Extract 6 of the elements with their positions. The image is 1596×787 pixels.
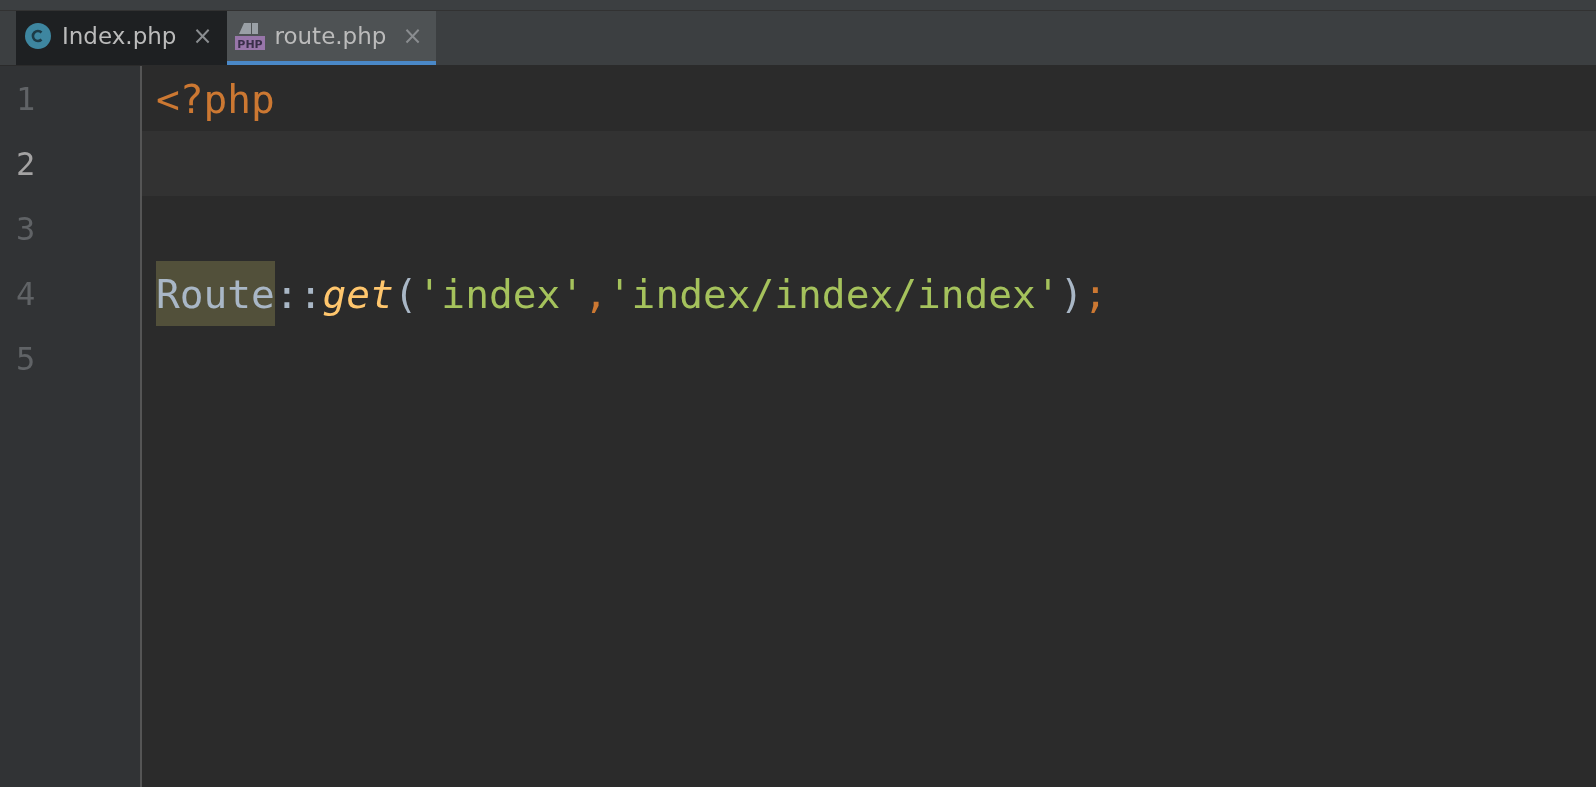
code-text: <?php: [156, 74, 275, 124]
code-text: Route::get('index','index/index/index');: [156, 261, 1108, 326]
file-tab[interactable]: Index.php ×: [16, 11, 227, 65]
line-number: 2: [15, 143, 37, 185]
class-icon: [24, 22, 52, 50]
file-tab[interactable]: PHP route.php ×: [226, 11, 437, 65]
